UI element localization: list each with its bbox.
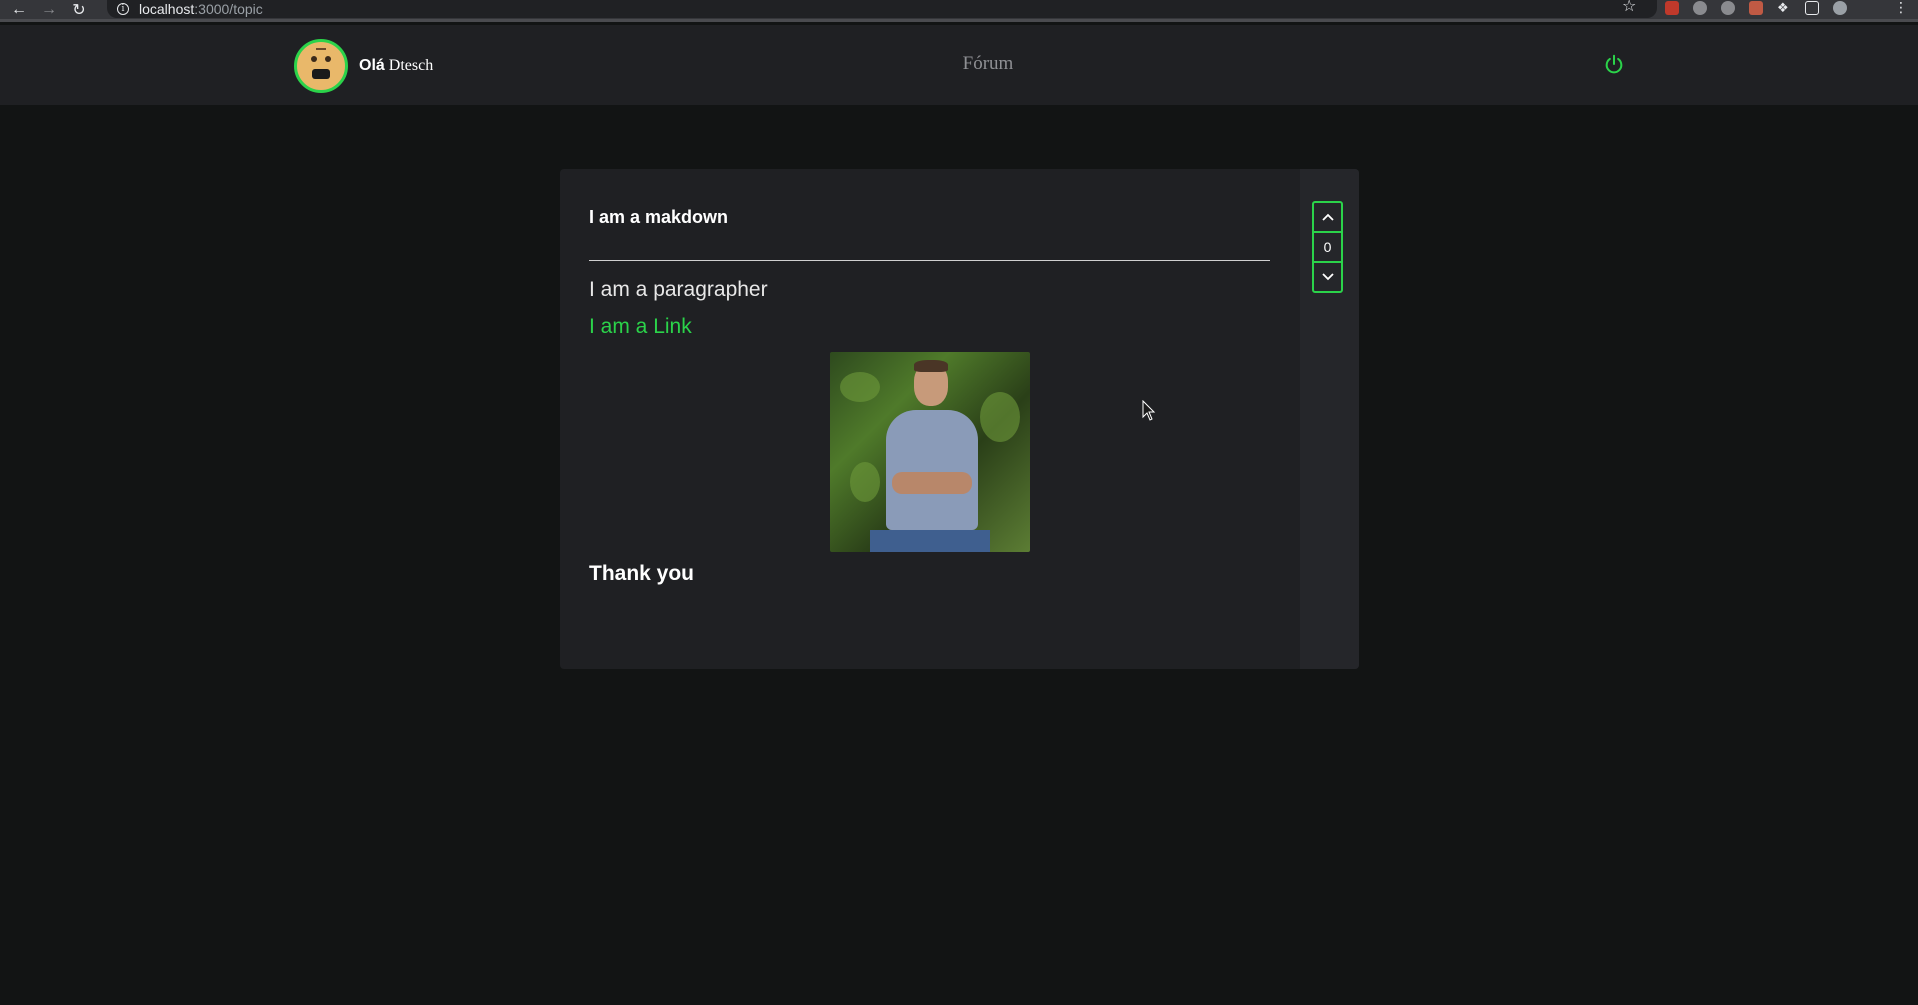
foliage (980, 392, 1020, 442)
extension-icon[interactable] (1693, 1, 1707, 15)
app-header: Olá Dtesch Fórum (0, 25, 1918, 105)
browser-toolbar: ← → ↻ i localhost:3000/topic ☆ ❖ ⋮ (0, 0, 1918, 22)
page-title: Fórum (962, 53, 1014, 74)
url-path: :3000/topic (194, 1, 263, 17)
extension-icon[interactable] (1665, 1, 1679, 15)
person-legs (870, 530, 990, 552)
extensions-area: ❖ (1665, 1, 1847, 15)
divider (589, 260, 1270, 261)
topic-link[interactable]: I am a Link (589, 315, 692, 339)
browser-menu-icon[interactable]: ⋮ (1894, 0, 1908, 14)
mouse-cursor-icon (1142, 400, 1156, 421)
topic-closing: Thank you (589, 562, 695, 585)
forward-icon[interactable]: → (38, 0, 60, 21)
vote-control: 0 (1312, 201, 1343, 293)
extension-icon[interactable] (1721, 1, 1735, 15)
person-arms (892, 472, 972, 494)
url-host: localhost (139, 1, 195, 17)
chevron-up-icon (1321, 213, 1334, 221)
topic-paragraph: I am a paragrapher (589, 278, 768, 301)
cast-icon[interactable] (1805, 1, 1819, 15)
reload-icon[interactable]: ↻ (68, 0, 90, 21)
bookmark-star-icon[interactable]: ☆ (1622, 0, 1636, 15)
person-body (886, 410, 978, 530)
site-info-icon[interactable]: i (117, 3, 129, 15)
extensions-puzzle-icon[interactable]: ❖ (1777, 1, 1791, 15)
topic-content: I am a makdown I am a paragrapher I am a… (560, 169, 1299, 669)
profile-avatar-icon[interactable] (1833, 1, 1847, 15)
downvote-button[interactable] (1314, 263, 1341, 291)
foliage (840, 372, 880, 402)
power-logout-icon[interactable] (1603, 53, 1625, 75)
address-bar[interactable]: i localhost:3000/topic (107, 0, 1657, 18)
foliage (850, 462, 880, 502)
back-icon[interactable]: ← (8, 0, 30, 21)
vote-column: 0 (1300, 169, 1359, 669)
person-hair (914, 360, 948, 372)
chevron-down-icon (1321, 273, 1334, 281)
topic-image (830, 352, 1030, 552)
topic-card: I am a makdown I am a paragrapher I am a… (560, 169, 1359, 669)
topic-heading: I am a makdown (589, 207, 729, 227)
upvote-button[interactable] (1314, 203, 1341, 231)
vote-count: 0 (1314, 231, 1341, 263)
extension-icon[interactable] (1749, 1, 1763, 15)
